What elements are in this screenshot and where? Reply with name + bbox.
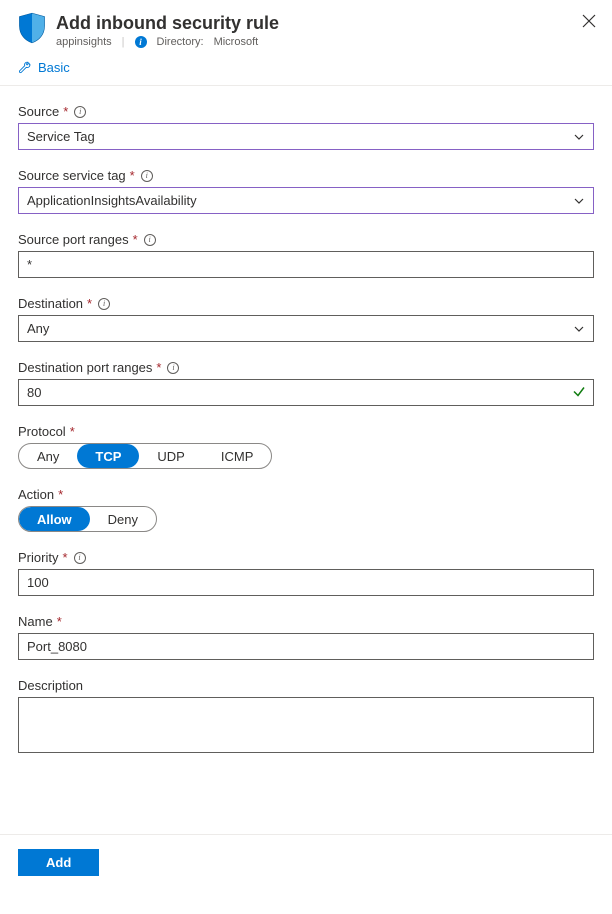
resource-name: appinsights [56,36,112,48]
info-icon[interactable]: i [167,362,179,374]
source-tag-select[interactable]: ApplicationInsightsAvailability [18,187,594,214]
info-icon[interactable]: i [98,298,110,310]
description-label: Description [18,678,83,693]
info-icon[interactable]: i [74,552,86,564]
protocol-label: Protocol [18,424,66,439]
info-icon[interactable]: i [141,170,153,182]
name-label: Name [18,614,53,629]
directory-value: Microsoft [214,36,259,48]
action-segmented: Allow Deny [18,506,157,532]
info-icon[interactable]: i [74,106,86,118]
directory-label: Directory: [157,36,204,48]
required-marker: * [133,232,138,247]
form-body: Source * i Service Tag Source service ta… [0,86,612,804]
required-marker: * [62,550,67,565]
basic-label: Basic [38,60,70,75]
chevron-down-icon [573,323,585,335]
info-icon[interactable]: i [144,234,156,246]
basic-toggle[interactable]: Basic [0,54,612,86]
dest-ports-input[interactable] [18,379,594,406]
destination-label: Destination [18,296,83,311]
protocol-option-icmp[interactable]: ICMP [203,444,272,468]
priority-label: Priority [18,550,58,565]
required-marker: * [63,104,68,119]
protocol-option-tcp[interactable]: TCP [77,444,139,468]
action-option-deny[interactable]: Deny [90,507,156,531]
add-button[interactable]: Add [18,849,99,876]
protocol-segmented: Any TCP UDP ICMP [18,443,272,469]
action-label: Action [18,487,54,502]
source-ports-input[interactable] [18,251,594,278]
wrench-icon [18,61,32,75]
required-marker: * [57,614,62,629]
required-marker: * [130,168,135,183]
required-marker: * [70,424,75,439]
required-marker: * [87,296,92,311]
info-icon: i [135,36,147,48]
panel-title: Add inbound security rule [56,12,594,34]
destination-select[interactable]: Any [18,315,594,342]
source-label: Source [18,104,59,119]
name-input[interactable] [18,633,594,660]
panel-header: Add inbound security rule appinsights | … [0,0,612,54]
source-ports-label: Source port ranges [18,232,129,247]
destination-value: Any [27,321,49,336]
check-icon [572,384,586,401]
required-marker: * [58,487,63,502]
close-icon [582,14,596,28]
source-value: Service Tag [27,129,95,144]
close-button[interactable] [578,8,600,37]
protocol-option-any[interactable]: Any [19,444,77,468]
chevron-down-icon [573,131,585,143]
action-option-allow[interactable]: Allow [19,507,90,531]
panel-footer: Add [0,834,612,890]
dest-ports-label: Destination port ranges [18,360,152,375]
protocol-option-udp[interactable]: UDP [139,444,202,468]
source-select[interactable]: Service Tag [18,123,594,150]
required-marker: * [156,360,161,375]
source-tag-label: Source service tag [18,168,126,183]
shield-icon [18,12,46,44]
description-textarea[interactable] [18,697,594,753]
source-tag-value: ApplicationInsightsAvailability [27,193,197,208]
chevron-down-icon [573,195,585,207]
priority-input[interactable] [18,569,594,596]
separator: | [122,36,125,48]
